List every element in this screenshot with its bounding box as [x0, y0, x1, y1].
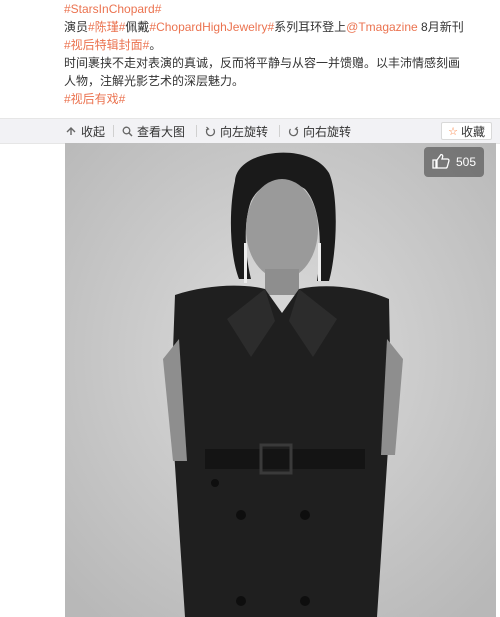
post-line-6: #视后有戏#: [64, 90, 494, 108]
collapse-icon: [64, 124, 78, 138]
post-photo[interactable]: 505: [65, 143, 496, 617]
post-line-5: 人物，注解光影艺术的深层魅力。: [64, 74, 245, 88]
collapse-button[interactable]: 收起: [64, 123, 105, 139]
hashtag-stars-in-chopard[interactable]: #StarsInChopard#: [64, 2, 161, 16]
collapse-label: 收起: [81, 124, 106, 139]
portrait-image: [65, 143, 496, 617]
hashtag-cover[interactable]: #视后特辑封面#: [64, 38, 149, 52]
like-badge[interactable]: 505: [423, 147, 484, 177]
rotate-right-button[interactable]: 向右旋转: [286, 123, 351, 139]
hashtag-chen-jin[interactable]: #陈瑾#: [88, 20, 125, 34]
star-icon: ☆: [448, 125, 458, 138]
separator: [279, 125, 280, 137]
mention-tmagazine[interactable]: @Tmagazine: [346, 20, 418, 34]
rotate-left-icon: [203, 124, 217, 138]
post-text: #StarsInChopard# 演员#陈瑾#佩戴#ChopardHighJew…: [64, 0, 494, 108]
view-large-label: 查看大图: [137, 124, 186, 139]
separator: [196, 125, 197, 137]
text-mid2: 系列耳环登上: [274, 20, 347, 34]
rotate-right-label: 向右旋转: [303, 124, 352, 139]
text-suffix: 8月新刊: [417, 20, 464, 34]
rotate-right-icon: [286, 124, 300, 138]
post-line-4: 时间裹挟不走对表演的真诚，反而将平静与从容一并馈赠。以丰沛情感刻画: [64, 56, 461, 70]
hashtag-drama[interactable]: #视后有戏#: [64, 92, 125, 106]
search-icon: [120, 124, 134, 138]
text-prefix: 演员: [64, 20, 89, 34]
text-mid: 佩戴: [125, 20, 150, 34]
like-count: 505: [455, 155, 476, 169]
thumbs-up-icon: [432, 153, 450, 172]
favorite-button[interactable]: ☆ 收藏: [441, 122, 492, 140]
post-line-1: #StarsInChopard#: [64, 0, 494, 18]
rotate-left-button[interactable]: 向左旋转: [203, 123, 268, 139]
hashtag-chopard-high-jewelry[interactable]: #ChopardHighJewelry#: [149, 20, 274, 34]
separator: [113, 125, 114, 137]
rotate-left-label: 向左旋转: [220, 124, 269, 139]
text-period: 。: [149, 38, 162, 52]
favorite-label: 收藏: [460, 124, 485, 139]
image-toolbar: 收起 查看大图 向左旋转 向右旋转 ☆ 收藏: [0, 118, 500, 144]
post-line-3: #视后特辑封面#。: [64, 36, 494, 54]
view-large-button[interactable]: 查看大图: [120, 123, 185, 139]
post-line-2: 演员#陈瑾#佩戴#ChopardHighJewelry#系列耳环登上@Tmaga…: [64, 18, 494, 36]
